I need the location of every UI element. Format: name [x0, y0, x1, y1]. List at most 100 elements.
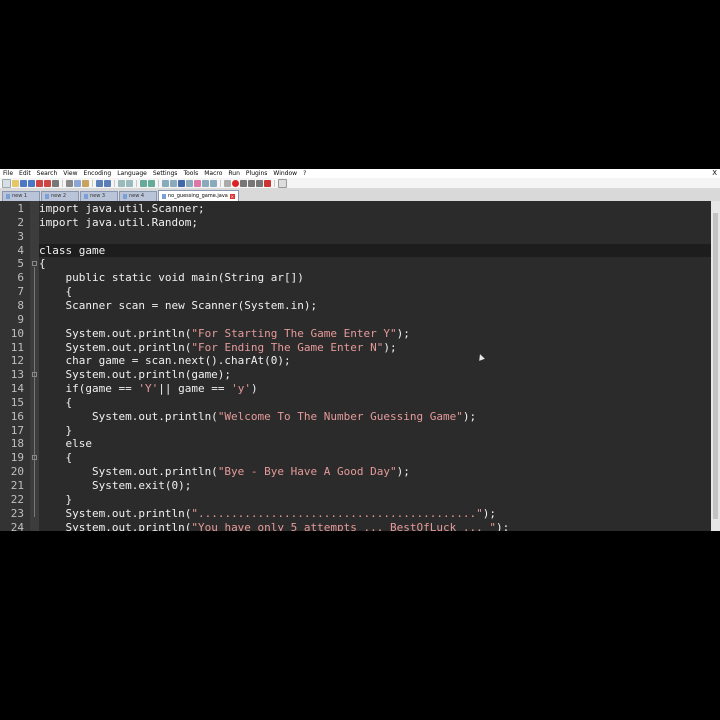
find-icon[interactable]	[118, 179, 125, 187]
menu-run[interactable]: Run	[225, 169, 243, 178]
file-tab[interactable]: no_guessing_game.java ×	[158, 190, 239, 201]
menu-view[interactable]: View	[60, 169, 80, 178]
code-line-text: System.exit(0);	[39, 479, 192, 492]
file-icon	[45, 194, 49, 199]
code-line-text: System.out.println("For Ending The Game …	[39, 340, 397, 354]
code-line-text: {	[39, 285, 73, 299]
tab-bar: new 1 new 2 new 3 new 4 no_guessing_game.jav…	[0, 188, 720, 201]
lang-icon[interactable]	[194, 179, 201, 187]
save-all-icon[interactable]	[28, 179, 35, 187]
zoom-out-icon[interactable]	[148, 179, 155, 187]
close-tab-icon[interactable]: ×	[229, 193, 235, 199]
undo-icon[interactable]	[96, 179, 103, 187]
scrollbar-thumb[interactable]	[713, 213, 718, 519]
record-macro-icon[interactable]	[232, 179, 239, 187]
vertical-scrollbar[interactable]	[711, 201, 720, 531]
tab-label: new 1	[12, 193, 28, 199]
line-number: 12	[10, 354, 24, 368]
line-number: 23	[10, 506, 24, 520]
code-line-text: System.out.println("Welcome To The Numbe…	[39, 409, 477, 423]
line-number: 20	[10, 465, 24, 479]
run-macro-multiple-icon[interactable]	[256, 179, 263, 187]
file-tab[interactable]: new 1	[2, 191, 40, 201]
code-line-text: {	[39, 257, 46, 271]
toolbar-separator	[220, 179, 221, 187]
code-line-text: import java.util.Random;	[39, 215, 198, 229]
line-number: 4	[17, 243, 24, 257]
stop-macro-icon[interactable]	[240, 179, 247, 187]
print-icon[interactable]	[52, 179, 59, 187]
code-line-text: System.out.println("Bye - Bye Have A Goo…	[39, 465, 410, 479]
toolbar-separator	[92, 179, 93, 187]
redo-icon[interactable]	[104, 179, 111, 187]
menu-search[interactable]: Search	[34, 169, 61, 178]
line-number: 14	[10, 382, 24, 396]
code-line-text: System.out.println("....................…	[39, 506, 496, 520]
toolbar-separator	[62, 179, 63, 187]
code-line-text: {	[39, 395, 73, 409]
all-chars-icon[interactable]	[178, 179, 185, 187]
code-line-text: {	[39, 451, 73, 465]
line-number: 18	[10, 437, 24, 451]
line-number: 5	[17, 257, 24, 271]
menu-encoding[interactable]: Encoding	[81, 169, 115, 178]
line-number: 15	[10, 395, 24, 409]
code-line-text: public static void main(String ar[])	[39, 271, 304, 285]
line-number: 22	[10, 492, 24, 506]
copy-icon[interactable]	[74, 179, 81, 187]
spell-check-icon[interactable]	[278, 178, 287, 188]
menu-bar: File Edit Search View Encoding Language Settin…	[0, 169, 720, 178]
monitor-icon[interactable]	[224, 179, 231, 187]
file-tab[interactable]: new 3	[80, 191, 118, 201]
toolbar	[0, 178, 720, 188]
sync-scroll-icon[interactable]	[162, 179, 169, 187]
doc-map-icon[interactable]	[202, 179, 209, 187]
save-icon[interactable]	[20, 179, 27, 187]
file-icon	[6, 194, 10, 199]
function-list-icon[interactable]	[210, 179, 217, 187]
cut-icon[interactable]	[66, 179, 73, 187]
indent-guide-icon[interactable]	[186, 179, 193, 187]
code-line-text: class game	[39, 243, 106, 257]
close-file-icon[interactable]	[36, 179, 43, 187]
file-tab[interactable]: new 4	[119, 191, 157, 201]
play-macro-icon[interactable]	[248, 179, 255, 187]
menu-window[interactable]: Window	[270, 169, 300, 178]
code-line-text: import java.util.Scanner;	[39, 202, 205, 215]
notepadpp-window: File Edit Search View Encoding Language Settin…	[0, 169, 720, 531]
menu-settings[interactable]: Settings	[150, 169, 181, 178]
replace-icon[interactable]	[126, 179, 133, 187]
code-line-text: System.out.println("For Starting The Gam…	[39, 326, 410, 340]
word-wrap-icon[interactable]	[170, 179, 177, 187]
line-number: 24	[10, 520, 24, 531]
menu-edit[interactable]: Edit	[16, 169, 34, 178]
line-number: 10	[10, 326, 24, 340]
line-number: 1	[17, 202, 24, 215]
line-number: 7	[17, 285, 24, 299]
file-tab[interactable]: new 2	[41, 191, 79, 201]
menu-plugins[interactable]: Plugins	[243, 169, 271, 178]
line-number: 9	[17, 312, 24, 326]
code-text[interactable]: 1 import java.util.Scanner; 2 import java.u…	[0, 202, 711, 531]
menu-tools[interactable]: Tools	[180, 169, 201, 178]
code-editor[interactable]: 1 import java.util.Scanner; 2 import java.u…	[0, 201, 720, 531]
line-number: 13	[10, 368, 24, 382]
menu-file[interactable]: File	[0, 169, 16, 178]
line-number: 11	[10, 340, 24, 354]
paste-icon[interactable]	[82, 179, 89, 187]
line-number: 21	[10, 479, 24, 492]
line-number: 16	[10, 409, 24, 423]
menu-macro[interactable]: Macro	[201, 169, 225, 178]
menu-help[interactable]: ?	[300, 169, 309, 178]
open-file-icon[interactable]	[12, 179, 19, 187]
new-file-icon[interactable]	[2, 178, 11, 188]
close-all-icon[interactable]	[44, 179, 51, 187]
toolbar-separator	[114, 179, 115, 187]
menu-language[interactable]: Language	[114, 169, 150, 178]
line-number: 2	[17, 215, 24, 229]
zoom-in-icon[interactable]	[140, 179, 147, 187]
tab-label: new 4	[129, 193, 145, 199]
close-window-button[interactable]: X	[712, 169, 717, 178]
code-line-text: char game = scan.next().charAt(0);	[39, 354, 291, 368]
save-macro-icon[interactable]	[264, 179, 271, 187]
